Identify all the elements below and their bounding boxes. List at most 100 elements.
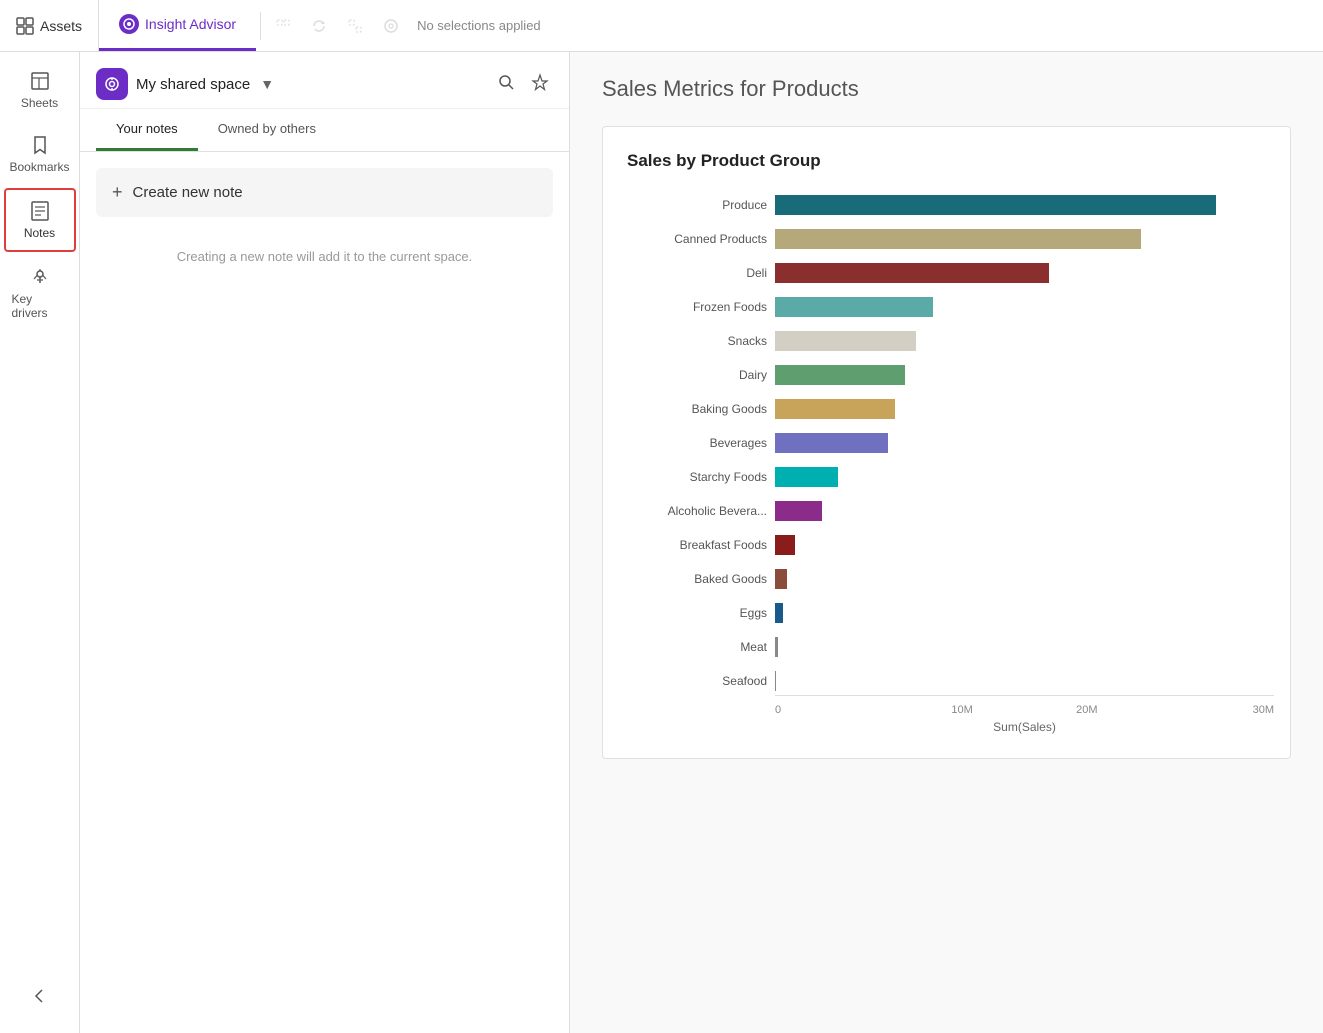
bookmarks-label: Bookmarks: [9, 160, 69, 174]
tab-your-notes[interactable]: Your notes: [96, 109, 198, 151]
bar-label: Baked Goods: [627, 572, 767, 586]
bar-label: Baking Goods: [627, 402, 767, 416]
bar-fill[interactable]: [775, 365, 905, 385]
notes-icon: [29, 200, 51, 222]
bar-fill[interactable]: [775, 603, 783, 623]
chart-container: Sales by Product Group ProduceCanned Pro…: [602, 126, 1291, 759]
chart-x-label: Sum(Sales): [775, 720, 1274, 734]
bar-fill[interactable]: [775, 501, 822, 521]
sidebar: Sheets Bookmarks Notes: [0, 52, 80, 1033]
bar-fill[interactable]: [775, 297, 933, 317]
bar-fill[interactable]: [775, 229, 1141, 249]
insight-advisor-icon: [119, 14, 139, 34]
bar-fill[interactable]: [775, 331, 916, 351]
insight-advisor-button[interactable]: Insight Advisor: [99, 0, 256, 51]
selection-back-button[interactable]: [265, 8, 301, 44]
bar-label: Meat: [627, 640, 767, 654]
notes-label: Notes: [24, 226, 55, 240]
bar-fill[interactable]: [775, 467, 838, 487]
sidebar-item-key-drivers[interactable]: Key drivers: [4, 256, 76, 330]
bookmarks-icon: [29, 134, 51, 156]
bar-row: Deli: [627, 259, 1274, 287]
chart-x-axis: 010M20M30M: [775, 695, 1274, 716]
bar-row: Meat: [627, 633, 1274, 661]
bar-label: Breakfast Foods: [627, 538, 767, 552]
bar-track: [775, 399, 1274, 419]
bar-row: Eggs: [627, 599, 1274, 627]
bar-track: [775, 433, 1274, 453]
bar-fill[interactable]: [775, 569, 787, 589]
bar-label: Eggs: [627, 606, 767, 620]
x-axis-tick: 30M: [1149, 704, 1274, 716]
assets-button[interactable]: Assets: [0, 0, 99, 51]
key-drivers-icon: [29, 266, 51, 288]
no-selections-text: No selections applied: [417, 18, 541, 33]
bar-row: Frozen Foods: [627, 293, 1274, 321]
bar-row: Produce: [627, 191, 1274, 219]
sidebar-item-sheets[interactable]: Sheets: [4, 60, 76, 120]
bar-fill[interactable]: [775, 195, 1216, 215]
bar-track: [775, 603, 1274, 623]
pin-icon[interactable]: [527, 69, 553, 100]
bar-label: Canned Products: [627, 232, 767, 246]
bar-row: Baked Goods: [627, 565, 1274, 593]
space-selector[interactable]: My shared space ▼: [96, 68, 274, 100]
x-axis-tick: 10M: [900, 704, 1025, 716]
bar-fill[interactable]: [775, 433, 888, 453]
bar-row: Canned Products: [627, 225, 1274, 253]
chart-area: Sales Metrics for Products Sales by Prod…: [570, 52, 1323, 1033]
no-selections-indicator: No selections applied: [409, 18, 549, 33]
bar-row: Starchy Foods: [627, 463, 1274, 491]
bar-fill[interactable]: [775, 399, 895, 419]
sidebar-bottom: [4, 975, 76, 1033]
bar-track: [775, 569, 1274, 589]
key-drivers-label: Key drivers: [12, 292, 68, 320]
selection-cycle-button[interactable]: [301, 8, 337, 44]
sidebar-collapse-button[interactable]: [4, 975, 76, 1017]
bar-label: Dairy: [627, 368, 767, 382]
bar-label: Snacks: [627, 334, 767, 348]
x-axis-tick: 20M: [1025, 704, 1150, 716]
create-note-label: Create new note: [133, 184, 243, 201]
sidebar-item-bookmarks[interactable]: Bookmarks: [4, 124, 76, 184]
sidebar-item-notes[interactable]: Notes: [4, 188, 76, 252]
bar-row: Baking Goods: [627, 395, 1274, 423]
bar-fill[interactable]: [775, 637, 778, 657]
bar-track: [775, 331, 1274, 351]
bar-track: [775, 501, 1274, 521]
assets-icon: [16, 17, 34, 35]
space-icon: [96, 68, 128, 100]
notes-tabs: Your notes Owned by others: [80, 109, 569, 152]
bar-fill[interactable]: [775, 671, 776, 691]
toolbar-divider-1: [260, 12, 261, 40]
bar-label: Deli: [627, 266, 767, 280]
create-note-plus-icon: +: [112, 182, 123, 203]
create-note-button[interactable]: + Create new note: [96, 168, 553, 217]
collapse-icon: [29, 985, 51, 1007]
bar-row: Dairy: [627, 361, 1274, 389]
space-name: My shared space: [136, 76, 250, 93]
bar-fill[interactable]: [775, 535, 795, 555]
bar-row: Beverages: [627, 429, 1274, 457]
main-layout: Sheets Bookmarks Notes: [0, 52, 1323, 1033]
bar-row: Snacks: [627, 327, 1274, 355]
insight-advisor-label: Insight Advisor: [145, 16, 236, 32]
bar-label: Produce: [627, 198, 767, 212]
toolbar: Assets Insight Advisor No selections app…: [0, 0, 1323, 52]
bar-track: [775, 263, 1274, 283]
bar-track: [775, 297, 1274, 317]
search-icon[interactable]: [493, 69, 519, 100]
notes-hint-text: Creating a new note will add it to the c…: [80, 233, 569, 280]
bar-track: [775, 535, 1274, 555]
bar-label: Beverages: [627, 436, 767, 450]
selection-settings-button[interactable]: [373, 8, 409, 44]
bar-label: Seafood: [627, 674, 767, 688]
selection-redo-button[interactable]: [337, 8, 373, 44]
bar-track: [775, 229, 1274, 249]
bar-label: Alcoholic Bevera...: [627, 504, 767, 518]
notes-header-actions: [493, 69, 553, 100]
tab-owned-by-others[interactable]: Owned by others: [198, 109, 336, 151]
bar-track: [775, 637, 1274, 657]
bar-row: Alcoholic Bevera...: [627, 497, 1274, 525]
bar-fill[interactable]: [775, 263, 1049, 283]
